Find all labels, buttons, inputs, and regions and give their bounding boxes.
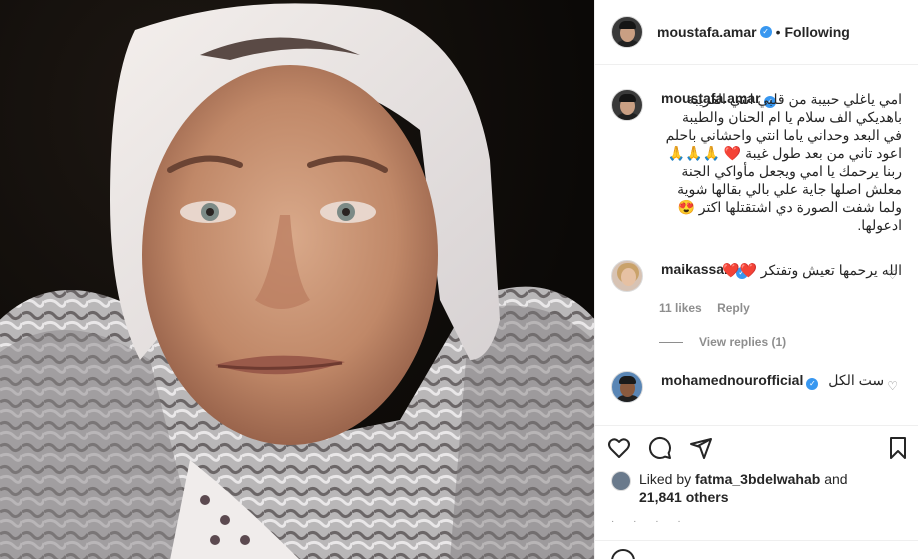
action-bar (595, 425, 918, 470)
post-side-panel: moustafa.amar ✓ • Following moustafa.ama… (594, 0, 918, 559)
verified-badge-icon: ✓ (759, 26, 772, 38)
comment-like-icon[interactable]: ♡ (887, 268, 898, 282)
add-comment-bar (595, 540, 918, 559)
comment-meta: 11 likes Reply (659, 301, 902, 315)
heart-icon[interactable] (607, 436, 631, 460)
reply-button[interactable]: Reply (717, 301, 750, 315)
comment-item: mohamednourofficial ✓ ست الكل ♡ (611, 371, 902, 403)
comment-item: maikassab ✓ الله يرحمها تعيش وتفتكر ❤️❤️ … (611, 260, 902, 292)
following-button[interactable]: Following (785, 24, 850, 40)
comment-likes-count[interactable]: 11 likes (659, 301, 702, 315)
bookmark-icon[interactable] (886, 436, 910, 460)
share-icon[interactable] (689, 436, 713, 460)
liked-by-and: and (824, 471, 848, 487)
commenter-avatar[interactable] (611, 371, 643, 403)
post-timestamp[interactable]: · · · · (611, 516, 689, 527)
author-username[interactable]: moustafa.amar (657, 24, 757, 40)
liker-username[interactable]: fatma_3bdelwahab (695, 471, 820, 487)
portrait-image (0, 3, 594, 559)
liker-avatar[interactable] (611, 471, 631, 491)
caption-avatar[interactable] (611, 89, 643, 121)
view-replies-label: View replies (1) (699, 335, 787, 349)
replies-line (659, 341, 683, 343)
commenter-username[interactable]: mohamednourofficial (661, 372, 803, 388)
caption-text: امي ياغلي حبيبة من قلبي انتي القريبة باه… (665, 91, 902, 233)
caption: moustafa.amar ✓ امي ياغلي حبيبة من قلبي ا… (611, 89, 902, 234)
likes-count[interactable]: 21,841 others (639, 489, 729, 505)
liked-by-prefix: Liked by (639, 471, 692, 487)
post-header: moustafa.amar ✓ • Following (595, 0, 918, 65)
verified-badge-icon: ✓ (806, 378, 819, 390)
comments-list[interactable]: moustafa.amar ✓ امي ياغلي حبيبة من قلبي ا… (595, 65, 918, 425)
liked-by: Liked by fatma_3bdelwahab and 21,841 oth… (611, 470, 902, 506)
comment-icon[interactable] (648, 436, 672, 460)
emoji-icon[interactable] (611, 549, 635, 559)
comment-like-icon[interactable]: ♡ (887, 379, 898, 393)
author-avatar[interactable] (611, 16, 643, 48)
header-separator: • (775, 24, 781, 40)
commenter-avatar[interactable] (611, 260, 643, 292)
comment-text: ست الكل (828, 372, 885, 388)
post-photo[interactable] (0, 0, 594, 559)
view-replies-button[interactable]: View replies (1) (659, 335, 902, 349)
